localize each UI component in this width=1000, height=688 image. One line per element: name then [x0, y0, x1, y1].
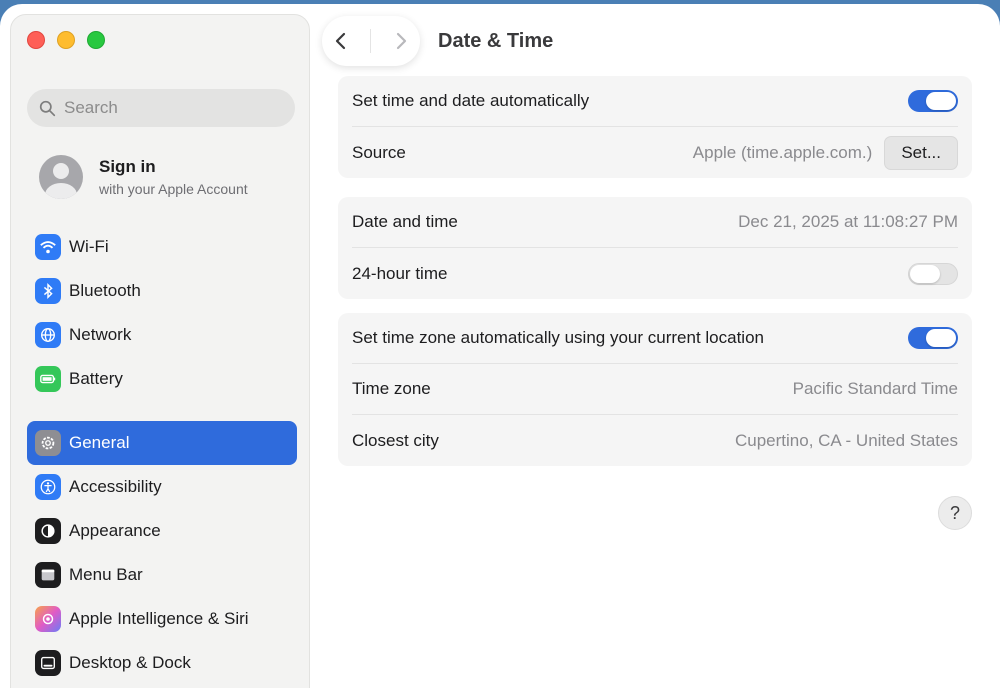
sidebar-item-label: Apple Intelligence & Siri [69, 609, 249, 628]
sidebar-item-battery[interactable]: Battery [27, 357, 297, 401]
sidebar-item-network[interactable]: Network [27, 313, 297, 357]
tz-auto-toggle[interactable] [908, 327, 958, 349]
siri-icon [35, 606, 61, 632]
sidebar-item-desktop-dock[interactable]: Desktop & Dock [27, 641, 297, 685]
page-title: Date & Time [438, 30, 554, 52]
date-time-label: Date and time [352, 212, 458, 231]
wifi-icon [35, 234, 61, 260]
sidebar-item-label: Wi-Fi [69, 237, 109, 256]
set-source-button[interactable]: Set... [884, 135, 958, 170]
auto-time-toggle[interactable] [908, 90, 958, 112]
closest-city-label: Closest city [352, 430, 439, 450]
hour24-label: 24-hour time [352, 263, 448, 283]
date-time-group: Date and time Dec 21, 2025 at 11:08:27 P… [338, 197, 972, 299]
sidebar-item-label: Bluetooth [69, 281, 141, 300]
sidebar-item-label: Appearance [69, 521, 161, 540]
sidebar-item-label: General [69, 433, 130, 452]
account-title: Sign in [99, 157, 156, 176]
sidebar-item-wifi[interactable]: Wi-Fi [27, 225, 297, 269]
tz-auto-row: Set time zone automatically using your c… [352, 313, 958, 364]
settings-window: Search Sign in with your Apple Account W… [0, 4, 1000, 688]
date-time-row: Date and time Dec 21, 2025 at 11:08:27 P… [352, 197, 958, 248]
sidebar-item-apple-intelligence-siri[interactable]: Apple Intelligence & Siri [27, 597, 297, 641]
account-subtitle: with your Apple Account [99, 181, 248, 197]
sidebar-item-appearance[interactable]: Appearance [27, 509, 297, 553]
search-input[interactable]: Search [27, 89, 295, 127]
back-chevron-icon[interactable] [333, 31, 349, 51]
close-window-button[interactable] [27, 31, 45, 49]
dock-icon [35, 650, 61, 676]
sidebar-item-label: Battery [69, 369, 123, 388]
sidebar-item-accessibility[interactable]: Accessibility [27, 465, 297, 509]
zoom-window-button[interactable] [87, 31, 105, 49]
closest-city-value: Cupertino, CA - United States [734, 430, 958, 450]
time-zone-row: Time zone Pacific Standard Time [352, 364, 958, 415]
window-controls [27, 31, 105, 49]
sidebar-item-label: Menu Bar [69, 565, 143, 584]
time-zone-group: Set time zone automatically using your c… [338, 313, 972, 466]
appearance-icon [35, 518, 61, 544]
sidebar-nav-group-1: Wi-Fi Bluetooth Network Battery [27, 225, 297, 401]
sidebar-item-menu-bar[interactable]: Menu Bar [27, 553, 297, 597]
nav-divider [370, 29, 372, 53]
time-zone-value: Pacific Standard Time [792, 379, 958, 398]
search-placeholder: Search [64, 98, 118, 117]
battery-icon [35, 366, 61, 392]
sidebar-item-label: Accessibility [69, 477, 162, 496]
auto-time-row: Set time and date automatically [352, 76, 958, 127]
history-navigation [322, 16, 420, 66]
sidebar-item-label: Network [69, 325, 132, 344]
auto-time-label: Set time and date automatically [352, 91, 590, 110]
bluetooth-icon [35, 278, 61, 304]
sidebar: Search Sign in with your Apple Account W… [10, 14, 310, 688]
source-label: Source [352, 142, 406, 162]
sidebar-item-bluetooth[interactable]: Bluetooth [27, 269, 297, 313]
accessibility-icon [35, 474, 61, 500]
time-zone-label: Time zone [352, 379, 431, 398]
closest-city-row: Closest city Cupertino, CA - United Stat… [352, 415, 958, 466]
date-time-value[interactable]: Dec 21, 2025 at 11:08:27 PM [738, 212, 958, 232]
forward-chevron-icon[interactable] [393, 31, 409, 51]
sidebar-nav-group-2: General Accessibility Appearance Menu Ba… [27, 421, 297, 685]
minimize-window-button[interactable] [57, 31, 75, 49]
gear-icon [35, 430, 61, 456]
globe-icon [35, 322, 61, 348]
sign-in-account[interactable]: Sign in with your Apple Account [39, 153, 295, 201]
source-value: Apple (time.apple.com.) [692, 142, 873, 162]
search-icon [39, 100, 56, 116]
tz-auto-label: Set time zone automatically using your c… [352, 328, 764, 347]
help-button[interactable]: ? [938, 496, 972, 530]
avatar [39, 155, 83, 199]
sidebar-item-general[interactable]: General [27, 421, 297, 465]
auto-time-group: Set time and date automatically Source A… [338, 76, 972, 178]
menu-bar-icon [35, 562, 61, 588]
hour24-row: 24-hour time [352, 248, 958, 299]
hour24-toggle[interactable] [908, 262, 958, 285]
source-row: Source Apple (time.apple.com.) Set... [352, 127, 958, 178]
sidebar-item-label: Desktop & Dock [69, 653, 191, 672]
